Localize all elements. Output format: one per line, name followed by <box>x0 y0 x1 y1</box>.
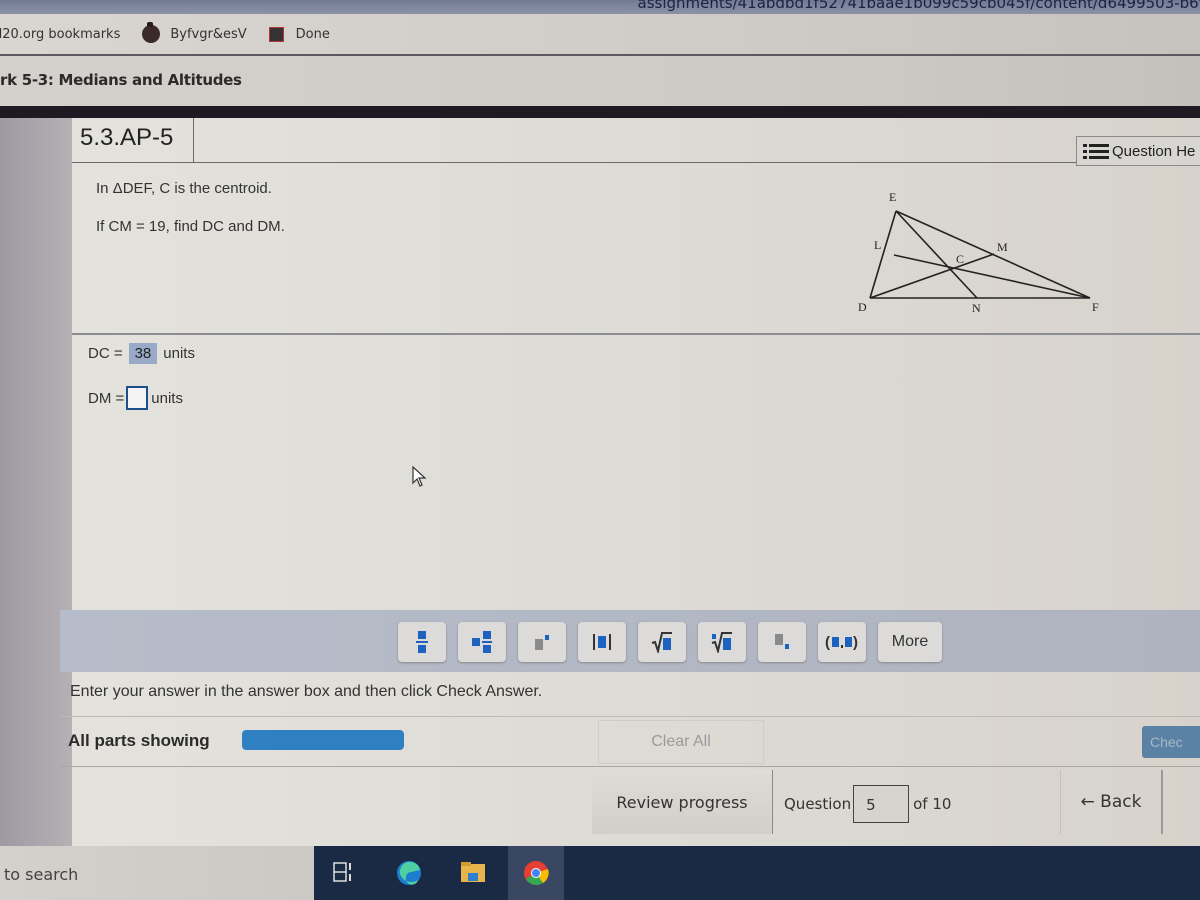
bookmarks-bar: d20.org bookmarks Byfvgr&esV Done <box>0 14 1200 56</box>
question-help-button[interactable]: Question He <box>1076 136 1200 166</box>
answer-unit: units <box>163 345 195 362</box>
url-text: assignments/41abdbd1f52741baae1b099c59cb… <box>637 0 1200 12</box>
absolute-value-button[interactable] <box>578 622 626 662</box>
square-root-button[interactable] <box>638 622 686 662</box>
assignment-header: ork 5-3: Medians and Altitudes <box>0 56 1200 108</box>
answer-row-dc: DC = 38 units <box>88 343 195 364</box>
label-d: D <box>858 300 867 314</box>
nth-root-button[interactable] <box>698 622 746 662</box>
parts-progress-bar <box>242 730 404 750</box>
footer-nav: Review progress Question 5 of 10 ← Back <box>60 768 1200 842</box>
taskbar-search[interactable]: to search <box>0 846 314 900</box>
edge-icon[interactable] <box>396 860 422 886</box>
segment-de <box>869 210 897 299</box>
label-l: L <box>874 238 881 252</box>
review-progress-button[interactable]: Review progress <box>592 770 773 834</box>
question-navigator: Question 5 of 10 <box>784 768 951 840</box>
fraction-button[interactable] <box>398 622 446 662</box>
bookmark-label: Done <box>295 26 330 42</box>
median-dm <box>869 253 995 299</box>
label-f: F <box>1092 300 1099 314</box>
header-divider <box>0 106 1200 118</box>
bookmark-label: d20.org bookmarks <box>0 26 121 42</box>
label-e: E <box>889 190 896 204</box>
median-fl <box>893 254 1091 299</box>
label-m: M <box>997 240 1008 254</box>
ordered-pair-icon: () <box>825 634 858 651</box>
app-icon <box>268 26 284 42</box>
dc-answer-field[interactable]: 38 <box>128 343 158 364</box>
answer-row-dm: DM = units <box>88 386 183 410</box>
dm-answer-input[interactable] <box>126 386 149 410</box>
subscript-icon <box>775 634 789 649</box>
status-row: All parts showing Clear All Chec <box>60 718 1200 767</box>
all-parts-label: All parts showing <box>68 731 210 750</box>
math-palette: () More <box>60 610 1200 672</box>
fraction-icon <box>416 631 428 653</box>
triangle-figure: E L M C D N F <box>852 180 1122 320</box>
more-button[interactable]: More <box>878 622 942 662</box>
question-total: of 10 <box>913 795 952 813</box>
instructions-text: Enter your answer in the answer box and … <box>70 683 543 700</box>
question-divider <box>72 333 1200 335</box>
question-help-label: Question He <box>1112 142 1196 160</box>
question-line-1: In ΔDEF, C is the centroid. <box>96 180 272 197</box>
bookmark-byfvgr[interactable]: Byfvgr&esV <box>142 22 247 43</box>
svg-text:(: ( <box>825 634 830 651</box>
absolute-value-icon <box>593 634 611 650</box>
label-c: C <box>956 252 964 266</box>
bookmark-d20[interactable]: d20.org bookmarks <box>0 27 120 42</box>
taskbar: to search <box>0 846 1200 900</box>
progress-fill <box>242 730 404 750</box>
subscript-button[interactable] <box>758 622 806 662</box>
answer-label: DM = <box>88 389 125 407</box>
bookmark-label: Byfvgr&esV <box>170 26 247 42</box>
svg-text:): ) <box>853 634 858 651</box>
square-root-icon <box>651 632 672 653</box>
check-answer-button[interactable]: Chec <box>1142 726 1200 758</box>
mouse-cursor-icon <box>412 466 427 487</box>
instructions: Enter your answer in the answer box and … <box>60 672 1200 717</box>
label-n: N <box>972 301 981 315</box>
answer-label: DC = <box>88 345 123 362</box>
question-number-input[interactable]: 5 <box>853 785 910 823</box>
list-icon <box>1083 143 1109 159</box>
task-view-icon[interactable] <box>332 860 354 884</box>
clear-all-button[interactable]: Clear All <box>598 720 764 764</box>
chrome-icon[interactable] <box>523 860 549 886</box>
ordered-pair-button[interactable]: () <box>818 622 866 662</box>
answer-unit: units <box>151 389 183 407</box>
back-button[interactable]: ← Back <box>1060 770 1163 834</box>
address-bar[interactable]: assignments/41abdbd1f52741baae1b099c59cb… <box>0 0 1200 14</box>
file-explorer-icon[interactable] <box>460 860 486 884</box>
question-label: Question <box>784 795 852 813</box>
mixed-number-button[interactable] <box>458 622 506 662</box>
assignment-title: ork 5-3: Medians and Altitudes <box>0 71 242 89</box>
exponent-button[interactable] <box>518 622 566 662</box>
question-id: 5.3.AP-5 <box>72 118 194 162</box>
search-placeholder: to search <box>4 865 79 884</box>
nth-root-icon <box>711 632 732 653</box>
exponent-icon <box>535 635 549 650</box>
bookmark-done[interactable]: Done <box>268 26 330 42</box>
bird-icon <box>142 22 161 43</box>
mixed-number-icon <box>472 631 492 653</box>
question-header: 5.3.AP-5 Question He <box>72 118 1200 166</box>
question-line-2: If CM = 19, find DC and DM. <box>96 218 285 235</box>
